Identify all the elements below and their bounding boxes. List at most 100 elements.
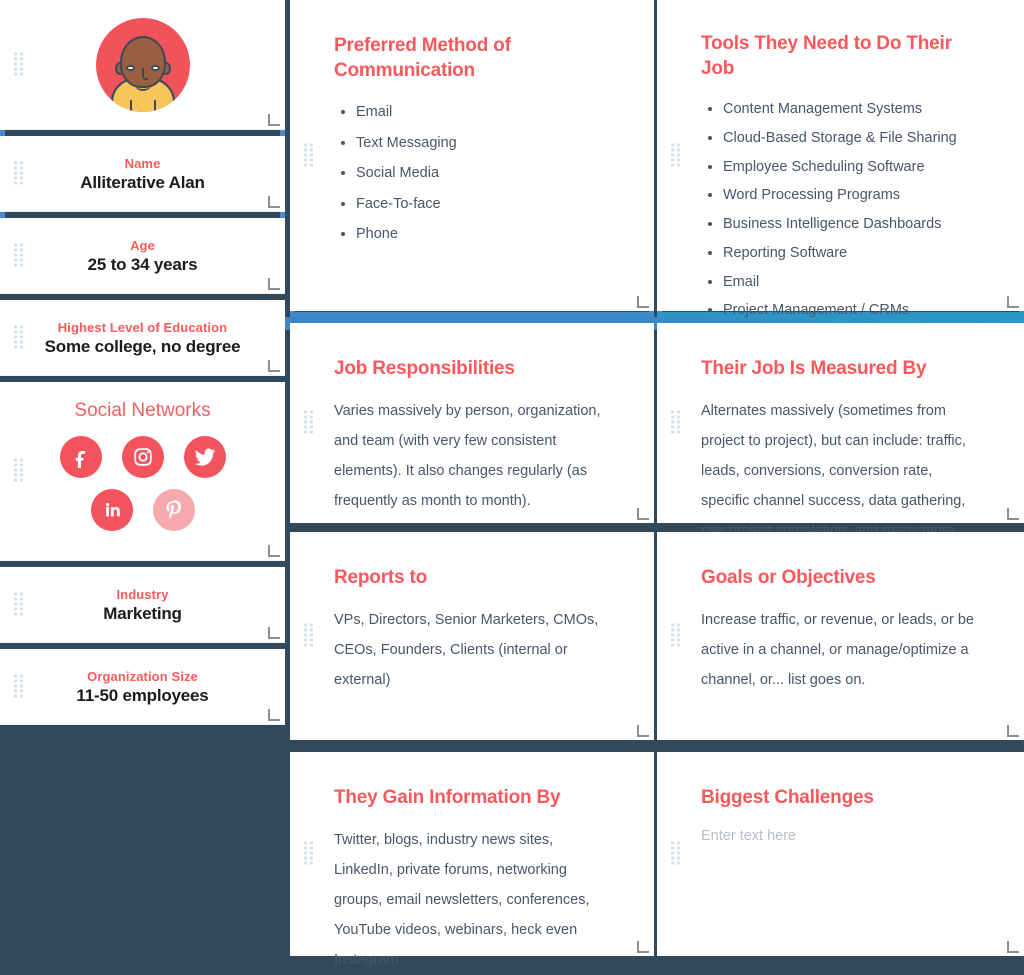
list-item: Face-To-face xyxy=(356,189,610,219)
social-networks-title: Social Networks xyxy=(74,400,211,421)
list-item: Project Management / CRMs xyxy=(723,296,980,325)
field-card-education[interactable]: Highest Level of Education Some college,… xyxy=(0,300,285,376)
resize-handle-icon[interactable] xyxy=(268,196,280,208)
resize-handle-icon[interactable] xyxy=(268,360,280,372)
drag-handle-icon[interactable] xyxy=(671,143,680,168)
card-preferred-communication[interactable]: Preferred Method of Communication Email … xyxy=(290,0,654,311)
resize-handle-icon[interactable] xyxy=(637,941,649,953)
instagram-icon[interactable] xyxy=(121,436,164,478)
field-card-name[interactable]: Name Alliterative Alan xyxy=(0,136,285,212)
communication-list: Email Text Messaging Social Media Face-T… xyxy=(334,97,610,249)
drag-handle-icon[interactable] xyxy=(304,623,313,649)
card-title-goals: Goals or Objectives xyxy=(701,567,876,588)
list-item: Business Intelligence Dashboards xyxy=(723,210,980,239)
card-body-measured-by: Alternates massively (sometimes from pro… xyxy=(701,402,966,540)
drag-handle-icon[interactable] xyxy=(14,458,23,484)
card-title-information-sources: They Gain Information By xyxy=(334,787,561,808)
linkedin-icon[interactable] xyxy=(90,489,133,531)
drag-handle-icon[interactable] xyxy=(671,623,680,649)
list-item: Text Messaging xyxy=(356,128,610,158)
tools-list: Content Management Systems Cloud-Based S… xyxy=(701,95,980,325)
list-item: Reporting Software xyxy=(723,239,980,268)
list-item: Social Media xyxy=(356,158,610,188)
resize-handle-icon[interactable] xyxy=(637,725,649,737)
card-title-preferred-communication: Preferred Method of Communication xyxy=(334,35,511,81)
avatar-leg-right xyxy=(153,99,156,112)
card-body-information-sources: Twitter, blogs, industry news sites, Lin… xyxy=(334,831,590,969)
resize-handle-icon[interactable] xyxy=(1007,508,1019,520)
resize-handle-icon[interactable] xyxy=(268,114,280,126)
twitter-icon[interactable] xyxy=(183,436,226,478)
resize-handle-icon[interactable] xyxy=(268,709,280,721)
pinterest-icon[interactable] xyxy=(152,489,195,531)
field-value-name: Alliterative Alan xyxy=(80,173,205,192)
avatar-card[interactable] xyxy=(0,0,285,130)
avatar-eye-left xyxy=(125,64,135,71)
drag-handle-icon[interactable] xyxy=(671,410,680,436)
drag-handle-icon[interactable] xyxy=(671,841,680,867)
avatar-mouth xyxy=(135,82,150,91)
drag-handle-icon[interactable] xyxy=(304,143,313,168)
card-tools[interactable]: Tools They Need to Do Their Job Content … xyxy=(657,0,1024,318)
social-networks-card[interactable]: Social Networks xyxy=(0,382,285,561)
card-information-sources[interactable]: They Gain Information By Twitter, blogs,… xyxy=(290,752,654,968)
avatar-leg-left xyxy=(129,99,132,112)
drag-handle-icon[interactable] xyxy=(14,52,23,77)
left-column: Name Alliterative Alan Age 25 to 34 year… xyxy=(0,0,285,725)
card-body-biggest-challenges-placeholder[interactable]: Enter text here xyxy=(701,825,980,848)
list-item: Employee Scheduling Software xyxy=(723,153,980,182)
drag-handle-icon[interactable] xyxy=(14,674,23,699)
facebook-icon[interactable] xyxy=(59,436,102,478)
resize-handle-icon[interactable] xyxy=(1007,725,1019,737)
card-body-reports-to: VPs, Directors, Senior Marketers, CMOs, … xyxy=(334,611,599,688)
field-value-education: Some college, no degree xyxy=(44,337,241,356)
card-biggest-challenges[interactable]: Biggest Challenges Enter text here xyxy=(657,752,1024,956)
avatar-nose xyxy=(141,67,148,80)
resize-handle-icon[interactable] xyxy=(268,627,280,639)
drag-handle-icon[interactable] xyxy=(14,325,23,350)
card-job-responsibilities[interactable]: Job Responsibilities Varies massively by… xyxy=(290,323,654,523)
resize-handle-icon[interactable] xyxy=(1007,941,1019,953)
list-item: Email xyxy=(356,97,610,127)
card-title-reports-to: Reports to xyxy=(334,567,428,588)
drag-handle-icon[interactable] xyxy=(304,410,313,436)
list-item: Cloud-Based Storage & File Sharing xyxy=(723,124,980,153)
resize-handle-icon[interactable] xyxy=(268,545,280,557)
field-card-organization-size[interactable]: Organization Size 11-50 employees xyxy=(0,649,285,725)
drag-handle-icon[interactable] xyxy=(14,243,23,268)
field-card-industry[interactable]: Industry Marketing xyxy=(0,567,285,643)
card-title-job-responsibilities: Job Responsibilities xyxy=(334,358,515,379)
resize-handle-icon[interactable] xyxy=(637,296,649,308)
drag-handle-icon[interactable] xyxy=(14,161,23,186)
social-row-top xyxy=(0,436,285,478)
avatar xyxy=(95,17,190,112)
card-reports-to[interactable]: Reports to VPs, Directors, Senior Market… xyxy=(290,532,654,740)
card-body-goals: Increase traffic, or revenue, or leads, … xyxy=(701,611,974,688)
resize-handle-icon[interactable] xyxy=(268,278,280,290)
card-body-job-responsibilities: Varies massively by person, organization… xyxy=(334,402,601,510)
card-title-measured-by: Their Job Is Measured By xyxy=(701,358,927,379)
field-label-age: Age xyxy=(130,238,155,253)
card-title-tools: Tools They Need to Do Their Job xyxy=(701,33,952,79)
list-item: Word Processing Programs xyxy=(723,181,980,210)
field-label-education: Highest Level of Education xyxy=(57,320,228,335)
social-row-bottom xyxy=(0,489,285,531)
list-item: Email xyxy=(723,268,980,297)
avatar-head xyxy=(119,35,166,88)
field-label-industry: Industry xyxy=(116,587,169,602)
card-title-biggest-challenges: Biggest Challenges xyxy=(701,787,874,808)
field-label-name: Name xyxy=(124,156,161,171)
field-value-age: 25 to 34 years xyxy=(87,255,198,274)
card-measured-by[interactable]: Their Job Is Measured By Alternates mass… xyxy=(657,323,1024,539)
avatar-eye-right xyxy=(150,64,160,71)
resize-handle-icon[interactable] xyxy=(1007,296,1019,308)
field-card-age[interactable]: Age 25 to 34 years xyxy=(0,218,285,294)
drag-handle-icon[interactable] xyxy=(304,841,313,867)
middle-column: Preferred Method of Communication Email … xyxy=(290,0,654,968)
card-goals[interactable]: Goals or Objectives Increase traffic, or… xyxy=(657,532,1024,740)
drag-handle-icon[interactable] xyxy=(14,592,23,617)
list-item: Phone xyxy=(356,219,610,249)
field-label-organization-size: Organization Size xyxy=(87,669,198,684)
resize-handle-icon[interactable] xyxy=(637,508,649,520)
right-column: Tools They Need to Do Their Job Content … xyxy=(657,0,1024,962)
